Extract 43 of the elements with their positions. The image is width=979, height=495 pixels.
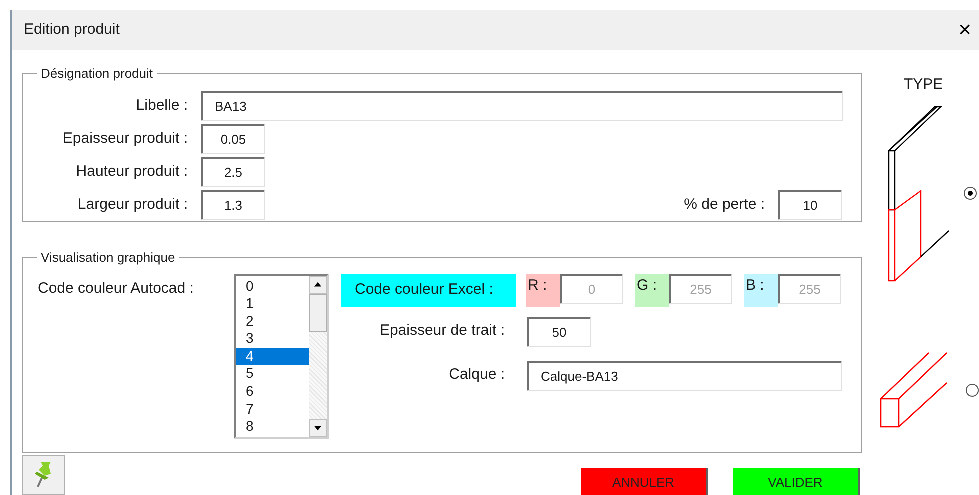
group-legend: Visualisation graphique [37,248,180,268]
channel-label: B : [744,274,778,306]
scroll-thumb[interactable] [309,294,327,332]
field-label: Epaisseur de trait : [378,321,505,342]
list-item[interactable]: 3 [236,330,309,348]
window-title: Edition produit [24,20,120,40]
field-label: Epaisseur produit : [62,128,188,149]
number-field[interactable]: 0.05 [201,124,265,154]
color-label: Code couleur Excel : [341,274,516,306]
field-label: Hauteur produit : [75,162,188,182]
type-title: TYPE [904,75,944,95]
list-item[interactable]: 6 [236,383,309,401]
scrollbar[interactable] [309,276,327,436]
list-item[interactable]: 2 [236,312,309,330]
field-label: Libelle : [135,96,188,116]
number-field[interactable]: 2.5 [201,157,265,187]
action-button[interactable]: ANNULER [581,468,708,495]
loss-field[interactable]: 10 [778,190,842,220]
list-item[interactable]: 8 [236,418,309,436]
field-label: Largeur produit : [76,194,188,215]
line-width-field[interactable]: 50 [527,316,591,346]
field-label: % de perte : [684,194,765,215]
scroll-down-icon[interactable] [309,418,327,436]
action-button[interactable]: VALIDER [733,468,860,495]
list-item[interactable]: 4 [236,348,309,366]
list-item[interactable]: 0 [236,278,309,296]
layer-field[interactable]: Calque-BA13 [527,360,842,390]
list-item[interactable]: 1 [236,295,309,313]
close-button[interactable]: × [955,17,975,43]
libelle-field[interactable]: BA13 [201,91,843,121]
channel-label: R : [526,274,560,306]
type-radio[interactable] [966,384,979,397]
type-radio[interactable] [964,187,977,200]
list-item[interactable]: 5 [236,365,309,384]
field-label: Code couleur Autocad : [38,278,195,298]
color-list[interactable]: 0 1 2 3 4 5 6 7 8 [234,274,329,438]
group-legend: Désignation produit [37,64,158,84]
list-item[interactable]: 7 [236,400,309,418]
field-label: Calque : [448,365,505,386]
channel-label: G : [635,274,669,306]
pin-button[interactable] [22,455,65,495]
number-field[interactable]: 1.3 [201,190,265,220]
scroll-up-icon[interactable] [309,276,327,294]
